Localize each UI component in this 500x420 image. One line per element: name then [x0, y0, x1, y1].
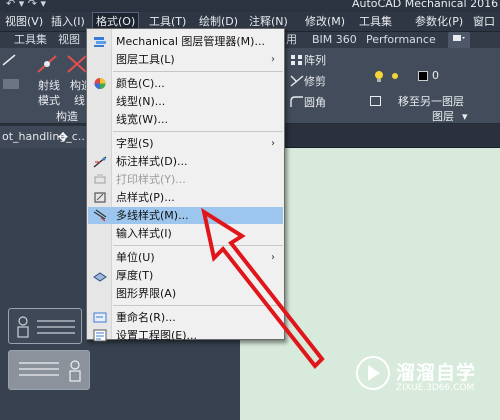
watermark-url: ZIXUE.3D66.COM [396, 383, 475, 393]
watermark-play-icon [368, 365, 380, 381]
watermark-title: 溜溜自学 [396, 362, 477, 384]
annotation-arrow-icon [201, 207, 325, 370]
